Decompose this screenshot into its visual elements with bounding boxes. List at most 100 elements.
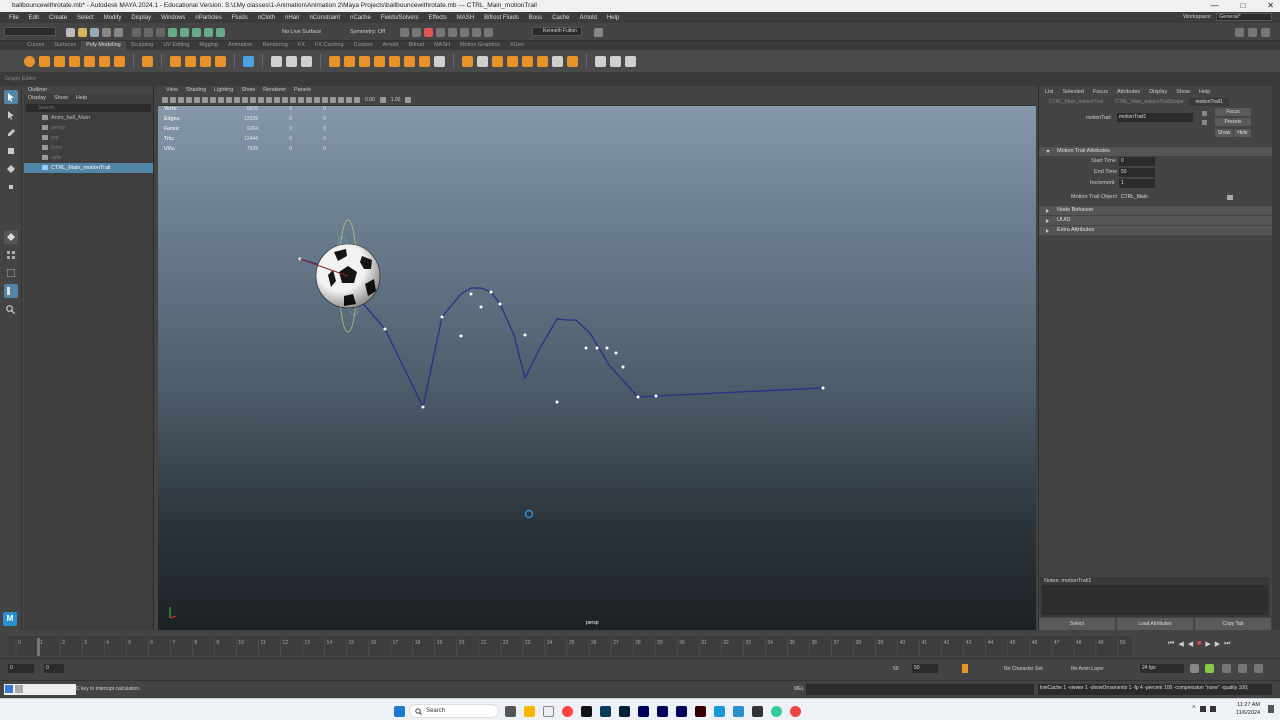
menu-create[interactable]: Create <box>44 15 72 21</box>
playback-start-field[interactable]: 0 <box>44 664 64 673</box>
volume-icon[interactable] <box>1209 706 1216 712</box>
shelf-tab-arnold[interactable]: Arnold <box>378 41 404 50</box>
graph-editor-bar[interactable]: Graph Editor <box>0 72 1280 86</box>
ae-menu-show[interactable]: Show <box>1176 86 1190 98</box>
animate-icon[interactable] <box>676 705 687 717</box>
lightroom-icon[interactable] <box>600 705 611 717</box>
ae-menu-selected[interactable]: Selected <box>1063 86 1084 98</box>
search-icon[interactable] <box>4 302 18 316</box>
center-pivot-icon[interactable] <box>610 55 621 67</box>
audio-icon[interactable] <box>1222 664 1231 673</box>
menu-arnold[interactable]: Arnold <box>574 15 601 21</box>
menu-file[interactable]: File <box>4 15 24 21</box>
trail-keyframe-point[interactable] <box>469 292 473 296</box>
poly-cube-icon[interactable] <box>39 55 50 67</box>
merge-icon[interactable] <box>404 55 415 67</box>
outliner-item[interactable]: top <box>24 133 153 143</box>
bevel-icon[interactable] <box>359 55 370 67</box>
move-tool-icon[interactable] <box>4 144 18 158</box>
trail-keyframe-point[interactable] <box>605 346 609 350</box>
output-connection-icon[interactable] <box>1202 120 1207 125</box>
tab-transform[interactable]: CTRL_Main_motionTrail <box>1043 98 1109 106</box>
motion-trail-attributes-section[interactable]: Motion Trail Attributes <box>1039 147 1272 156</box>
character-icon[interactable] <box>1254 664 1263 673</box>
window-icon[interactable] <box>5 685 13 693</box>
step-back-key-icon[interactable]: ◀ <box>1178 640 1183 648</box>
menu-ncache[interactable]: nCache <box>345 15 376 21</box>
live-surface-label[interactable]: No Live Surface <box>282 29 321 35</box>
poly-disc-icon[interactable] <box>114 55 125 67</box>
auto-key-icon[interactable] <box>962 664 968 673</box>
node-behavior-section[interactable]: Node Behavior <box>1039 206 1272 215</box>
poly-sphere-icon[interactable] <box>24 55 35 67</box>
increment-field[interactable]: 1 <box>1119 179 1155 188</box>
platonic-solid-icon[interactable] <box>142 55 153 67</box>
paint-weights-icon[interactable] <box>595 55 606 67</box>
ipr-render-icon[interactable] <box>436 28 445 37</box>
ae-menu-attributes[interactable]: Attributes <box>1117 86 1140 98</box>
shelf-tab-fx[interactable]: FX <box>293 41 310 50</box>
viewport-panel[interactable]: View Shading Lighting Show Renderer Pane… <box>158 86 1036 630</box>
channel-box-toggle-icon[interactable] <box>1248 28 1257 37</box>
soccer-ball[interactable] <box>299 219 381 333</box>
menu-modify[interactable]: Modify <box>99 15 127 21</box>
time-slider-track[interactable]: 0 1 2 3 4 5 6 7 8 9 10 11 12 13 14 15 16 17 18 19 20 21 22 23 24… <box>8 636 1132 656</box>
trail-keyframe-point[interactable] <box>489 290 493 294</box>
user-account-button[interactable]: Kenneth Fulton <box>532 27 582 36</box>
outliner-item[interactable]: persp <box>24 123 153 133</box>
snap-surface-icon[interactable] <box>216 28 225 37</box>
window-icon[interactable] <box>15 685 23 693</box>
select-object-icon[interactable] <box>144 28 153 37</box>
separate-icon[interactable] <box>271 55 282 67</box>
menu-windows[interactable]: Windows <box>156 15 190 21</box>
shelf-tab-rendering[interactable]: Rendering <box>257 41 292 50</box>
four-view-layout-icon[interactable] <box>4 248 18 262</box>
offset-edge-icon[interactable] <box>492 55 503 67</box>
trail-keyframe-point[interactable] <box>498 302 502 306</box>
menu-select[interactable]: Select <box>72 15 99 21</box>
trail-keyframe-point[interactable] <box>479 305 483 309</box>
snap-grid-icon[interactable] <box>168 28 177 37</box>
insert-edge-loop-icon[interactable] <box>477 55 488 67</box>
anim-layer-dropdown[interactable]: No Anim Layer <box>1071 666 1104 672</box>
outliner-menu-help[interactable]: Help <box>76 94 87 103</box>
sweep-mesh-icon[interactable] <box>185 55 196 67</box>
go-to-start-icon[interactable]: ⏮ <box>1168 640 1174 648</box>
file-explorer-icon[interactable] <box>524 705 535 717</box>
mel-label[interactable]: MEL <box>794 686 804 692</box>
animation-start-field[interactable]: 0 <box>8 664 34 673</box>
side-panel-tabs[interactable] <box>1272 86 1280 630</box>
undo-icon[interactable] <box>102 28 111 37</box>
menu-mash[interactable]: MASH <box>452 15 479 21</box>
load-attributes-button[interactable]: Load Attributes <box>1117 618 1193 630</box>
character-set-dropdown[interactable]: No Character Set <box>1004 666 1043 672</box>
menu-boss[interactable]: Boss <box>524 15 547 21</box>
close-icon[interactable]: ✕ <box>1267 0 1274 12</box>
menu-nconstraint[interactable]: nConstraint <box>304 15 345 21</box>
shelf-tab-uv-editing[interactable]: UV Editing <box>158 41 194 50</box>
menu-ncloth[interactable]: nCloth <box>253 15 280 21</box>
cache-playback-icon[interactable] <box>1205 664 1214 673</box>
shelf-tab-sculpting[interactable]: Sculpting <box>126 41 159 50</box>
graph-layout-icon[interactable] <box>3 284 18 298</box>
step-forward-key-icon[interactable]: ▶ <box>1215 640 1220 648</box>
tab-shape[interactable]: CTRL_Main_motionTrailShape <box>1109 98 1189 106</box>
menu-cache[interactable]: Cache <box>547 15 574 21</box>
premiere-icon[interactable] <box>638 705 649 717</box>
tool-settings-toggle-icon[interactable] <box>1261 28 1270 37</box>
shelf-tab-poly-modeling[interactable]: Poly Modeling <box>81 41 126 50</box>
ae-menu-focus[interactable]: Focus <box>1093 86 1108 98</box>
freeze-transform-icon[interactable] <box>625 55 636 67</box>
explorer-app-icon[interactable] <box>714 705 725 717</box>
focus-button[interactable]: Focus <box>1215 108 1251 116</box>
shelf-tab-bifrost[interactable]: Bifrost <box>403 41 429 50</box>
super-shape-icon[interactable] <box>170 55 181 67</box>
poke-icon[interactable] <box>522 55 533 67</box>
construction-history-icon[interactable] <box>412 28 421 37</box>
copy-tab-button[interactable]: Copy Tab <box>1195 618 1271 630</box>
svg-tool-icon[interactable] <box>215 55 226 67</box>
single-perspective-layout-icon[interactable] <box>3 230 18 244</box>
show-button[interactable]: Show <box>1215 129 1233 137</box>
shelf-tab-mash[interactable]: MASH <box>429 41 455 50</box>
after-effects-icon[interactable] <box>657 705 668 717</box>
